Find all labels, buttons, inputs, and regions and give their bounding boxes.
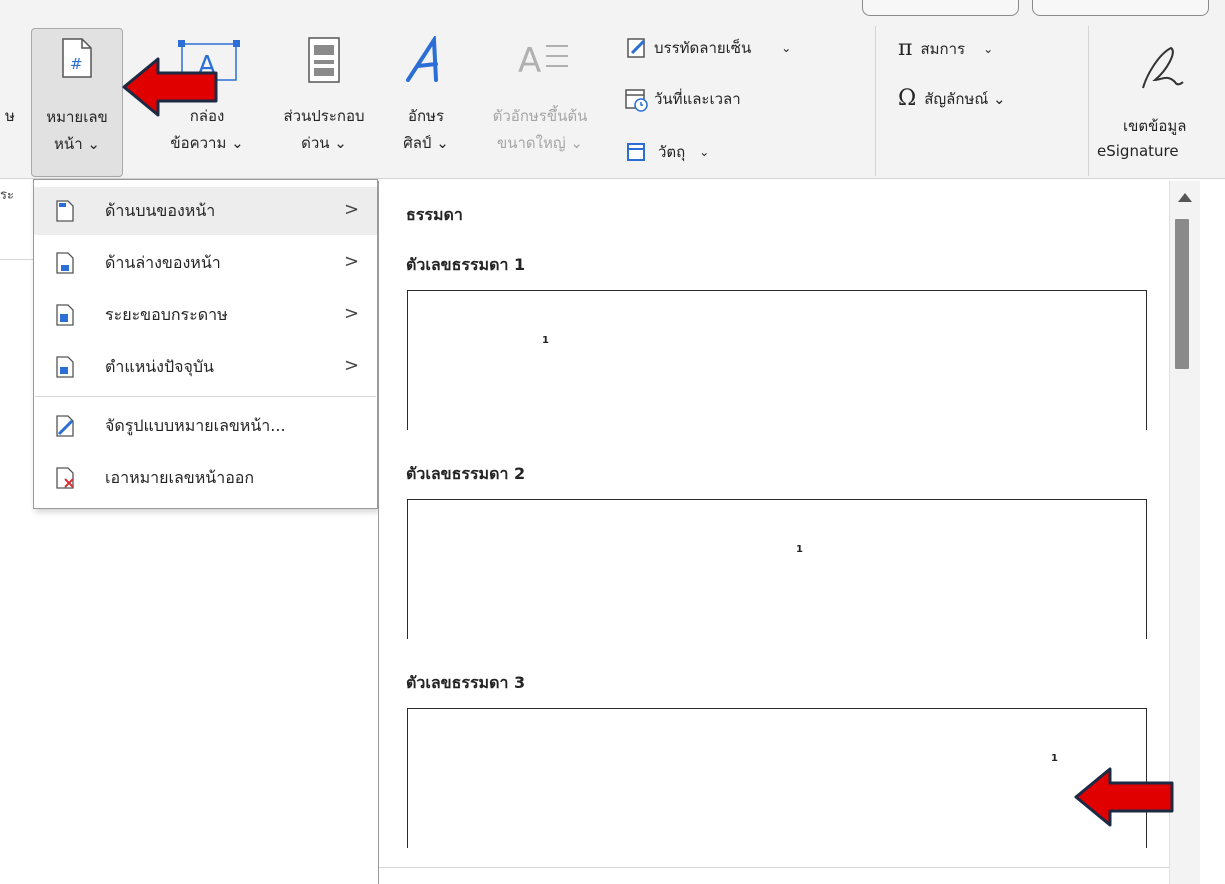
page-number-label-2: หน้า ⌄ bbox=[54, 135, 100, 153]
gallery-category-heading: ธรรมดา bbox=[406, 205, 463, 224]
page-number-preview: 1 bbox=[542, 335, 549, 346]
annotation-arrow-icon bbox=[1074, 767, 1174, 827]
signature-line-icon bbox=[627, 38, 646, 58]
page-bottom-icon bbox=[56, 252, 74, 274]
ribbon-separator-2 bbox=[1088, 26, 1089, 176]
remove-page-number-icon bbox=[56, 467, 74, 489]
object-button[interactable]: วัตถุ ⌄ bbox=[626, 140, 709, 164]
svg-text:A: A bbox=[518, 41, 541, 81]
gallery-option-plain-number-2[interactable]: 1 bbox=[407, 499, 1147, 639]
calendar-clock-icon bbox=[625, 89, 648, 112]
wordart-label-1: อักษร bbox=[407, 107, 445, 125]
menu-item-label: ด้านล่างของหน้า bbox=[105, 252, 221, 272]
gallery-option-title: ตัวเลขธรรมดา 3 bbox=[406, 673, 526, 692]
equation-button[interactable]: π สมการ ⌄ bbox=[898, 36, 993, 61]
top-button-2[interactable] bbox=[1032, 0, 1209, 16]
page-number-button[interactable]: # หมายเลข หน้า ⌄ bbox=[31, 28, 123, 177]
equation-chevron-icon: ⌄ bbox=[983, 41, 994, 56]
wordart-button[interactable]: อักษร ศิลป์ ⌄ bbox=[386, 28, 466, 177]
ribbon-separator-1 bbox=[875, 26, 876, 176]
signature-line-button[interactable]: บรรทัดลายเซ็น ⌄ bbox=[626, 36, 791, 60]
quick-parts-button[interactable]: ส่วนประกอบ ด่วน ⌄ bbox=[265, 28, 383, 177]
right-margin bbox=[1200, 179, 1225, 884]
page-number-label-1: หมายเลข bbox=[46, 108, 108, 126]
drop-cap-label-2: ขนาดใหญ่ ⌄ bbox=[496, 134, 583, 152]
top-button-1[interactable] bbox=[862, 0, 1019, 16]
date-time-label: วันที่และเวลา bbox=[654, 90, 741, 108]
menu-item-label: จัดรูปแบบหมายเลขหน้า... bbox=[105, 415, 286, 435]
gallery-option-plain-number-1[interactable]: 1 bbox=[407, 290, 1147, 430]
menu-item-page-margins[interactable]: ระยะขอบกระดาษ > bbox=[34, 291, 377, 339]
quick-parts-icon bbox=[308, 37, 340, 83]
symbol-label: สัญลักษณ์ ⌄ bbox=[924, 89, 1006, 108]
signature-line-label: บรรทัดลายเซ็น bbox=[654, 39, 752, 57]
format-page-number-icon bbox=[56, 415, 74, 437]
wordart-label-2: ศิลป์ ⌄ bbox=[403, 134, 449, 152]
text-box-label-2: ข้อความ ⌄ bbox=[170, 134, 244, 152]
svg-text:#: # bbox=[70, 55, 83, 73]
esignature-label-1: เขตข้อมูล bbox=[1123, 117, 1187, 135]
menu-item-top-of-page[interactable]: ด้านบนของหน้า > bbox=[34, 187, 377, 235]
quick-parts-label-1: ส่วนประกอบ bbox=[283, 107, 365, 125]
scrollbar-thumb[interactable] bbox=[1175, 219, 1189, 369]
submenu-arrow-icon: > bbox=[344, 251, 360, 272]
page-number-menu: ด้านบนของหน้า > ด้านล่างของหน้า > ระยะขอ… bbox=[33, 179, 378, 509]
object-chevron-icon: ⌄ bbox=[699, 145, 710, 159]
wordart-icon bbox=[406, 36, 438, 82]
object-label: วัตถุ bbox=[658, 143, 686, 161]
gallery-option-title: ตัวเลขธรรมดา 1 bbox=[406, 255, 526, 274]
page-number-preview: 1 bbox=[796, 544, 803, 555]
gallery-option-plain-number-3[interactable]: 1 bbox=[407, 708, 1147, 848]
submenu-arrow-icon: > bbox=[344, 199, 360, 220]
menu-item-label: เอาหมายเลขหน้าออก bbox=[105, 467, 255, 487]
current-position-icon bbox=[56, 356, 74, 378]
drop-cap-label-1: ตัวอักษรขึ้นต้น bbox=[492, 107, 588, 125]
menu-item-label: ด้านบนของหน้า bbox=[105, 200, 216, 220]
omega-icon: Ω bbox=[898, 86, 917, 111]
group-label-partial-left: ระ bbox=[0, 188, 14, 203]
submenu-arrow-icon: > bbox=[344, 303, 360, 324]
menu-item-format-page-numbers[interactable]: จัดรูปแบบหมายเลขหน้า... bbox=[34, 402, 377, 450]
document-ruler-fragment bbox=[0, 239, 35, 260]
title-strip bbox=[0, 0, 1225, 18]
drop-cap-button[interactable]: A ตัวอักษรขึ้นต้น ขนาดใหญ่ ⌄ bbox=[470, 28, 610, 177]
drop-cap-icon: A bbox=[518, 41, 568, 81]
gallery-bottom-border bbox=[379, 867, 1170, 868]
menu-item-remove-page-numbers[interactable]: เอาหมายเลขหน้าออก bbox=[34, 454, 377, 502]
page-margin-icon bbox=[56, 304, 74, 326]
menu-separator bbox=[35, 396, 376, 397]
symbol-button[interactable]: Ω สัญลักษณ์ ⌄ bbox=[898, 86, 1006, 111]
object-icon bbox=[627, 143, 645, 161]
ribbon-partial-left-button[interactable]: ษ bbox=[0, 106, 20, 126]
equation-label: สมการ bbox=[920, 39, 966, 58]
ribbon-partial-left-label: ษ bbox=[5, 107, 15, 125]
quick-parts-label-2: ด่วน ⌄ bbox=[301, 134, 347, 152]
esignature-field-button[interactable]: เขตข้อมูล eSignature bbox=[1095, 28, 1225, 177]
date-time-button[interactable]: วันที่และเวลา bbox=[624, 86, 741, 112]
pi-icon: π bbox=[898, 36, 913, 61]
page-top-icon bbox=[56, 200, 74, 222]
scroll-up-arrow-icon[interactable] bbox=[1178, 193, 1192, 202]
esignature-label-2: eSignature bbox=[1097, 142, 1179, 160]
menu-item-label: ตำแหน่งปัจจุบัน bbox=[105, 356, 214, 376]
gallery-option-title: ตัวเลขธรรมดา 2 bbox=[406, 464, 526, 483]
page-number-gallery: ธรรมดา ตัวเลขธรรมดา 1 1 ตัวเลขธรรมดา 2 1… bbox=[378, 181, 1170, 884]
menu-item-current-position[interactable]: ตำแหน่งปัจจุบัน > bbox=[34, 343, 377, 391]
page-number-preview: 1 bbox=[1051, 753, 1058, 764]
submenu-arrow-icon: > bbox=[344, 355, 360, 376]
menu-item-bottom-of-page[interactable]: ด้านล่างของหน้า > bbox=[34, 239, 377, 287]
page-number-icon: # bbox=[62, 38, 92, 78]
signature-pen-icon bbox=[1142, 46, 1184, 89]
menu-item-label: ระยะขอบกระดาษ bbox=[105, 304, 228, 324]
signature-line-chevron-icon: ⌄ bbox=[781, 41, 792, 55]
annotation-arrow-icon bbox=[122, 57, 218, 117]
